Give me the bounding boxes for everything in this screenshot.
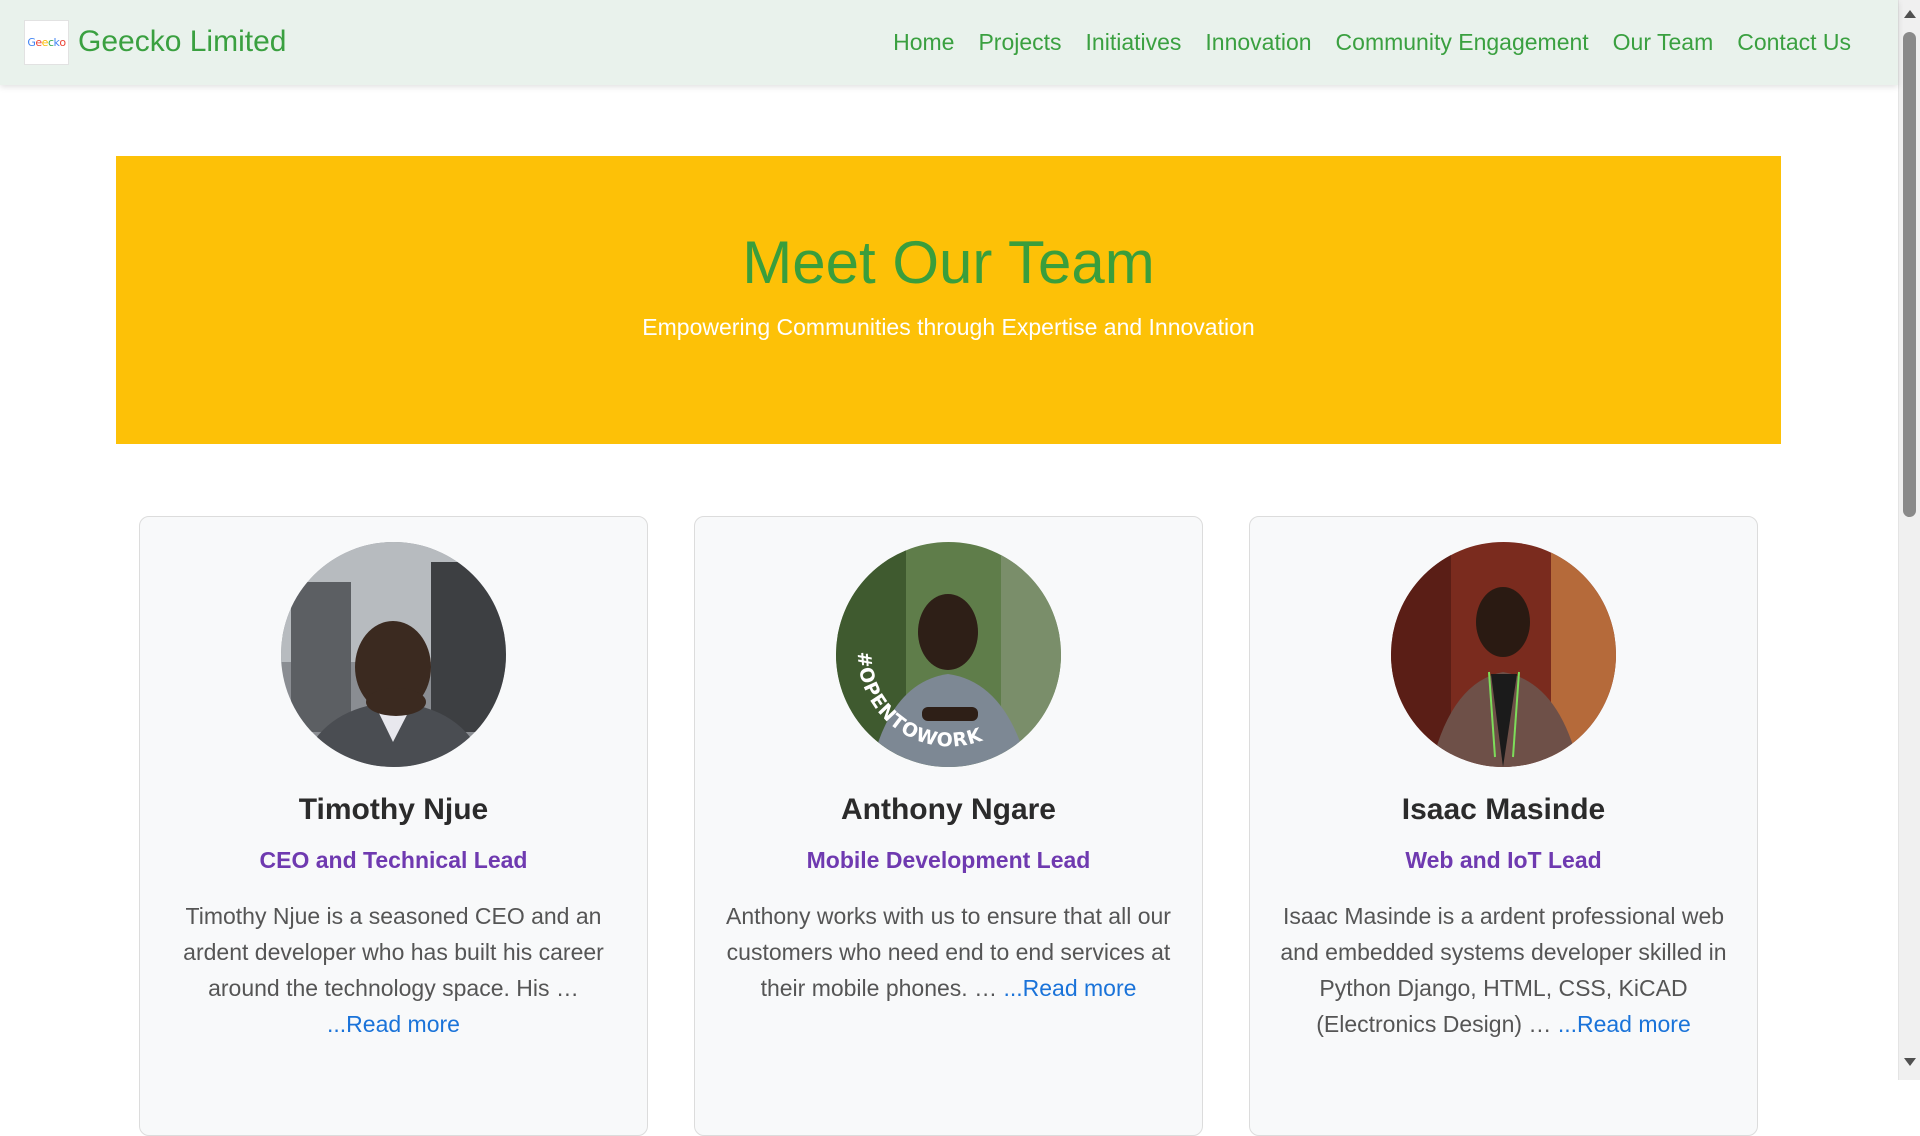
page-title: Meet Our Team — [742, 229, 1155, 296]
member-name: Anthony Ngare — [840, 793, 1056, 826]
nav-item-community-engagement[interactable]: Community Engagement — [1324, 26, 1601, 58]
nav-item-contact-us[interactable]: Contact Us — [1725, 26, 1863, 58]
member-role: Web and IoT Lead — [1405, 847, 1602, 873]
nav-item-our-team[interactable]: Our Team — [1601, 26, 1726, 58]
read-more-link[interactable]: ...Read more — [1558, 1011, 1691, 1037]
member-bio: Timothy Njue is a seasoned CEO and an ar… — [169, 898, 619, 1042]
member-bio-text: Timothy Njue is a seasoned CEO and an ar… — [183, 903, 604, 1001]
navbar: Geecko Geecko Limited Home Projects Init… — [0, 0, 1898, 85]
nav-item-initiatives[interactable]: Initiatives — [1074, 26, 1194, 58]
avatar — [281, 542, 506, 767]
brand-link[interactable]: Geecko Geecko Limited — [24, 18, 286, 66]
member-name: Isaac Masinde — [1401, 793, 1606, 826]
read-more-link[interactable]: ...Read more — [1003, 975, 1136, 1001]
hero-subtitle: Empowering Communities through Expertise… — [642, 314, 1255, 340]
member-role: CEO and Technical Lead — [259, 847, 528, 873]
team-card: Isaac Masinde Web and IoT Lead Isaac Mas… — [1249, 516, 1758, 1136]
team-card: #OPENTOWORK Anthony Ngare Mobile Develop… — [694, 516, 1203, 1136]
member-bio: Isaac Masinde is a ardent professional w… — [1279, 898, 1729, 1042]
member-bio: Anthony works with us to ensure that all… — [724, 898, 1174, 1006]
avatar — [1391, 542, 1616, 767]
avatar: #OPENTOWORK — [836, 542, 1061, 767]
scroll-down-arrow-icon[interactable] — [1904, 1058, 1916, 1066]
brand-logo: Geecko — [24, 19, 69, 65]
member-role: Mobile Development Lead — [806, 847, 1091, 873]
nav-item-home[interactable]: Home — [881, 26, 966, 58]
page-scrollbar[interactable] — [1898, 0, 1920, 1080]
team-card-list: Timothy Njue CEO and Technical Lead Timo… — [139, 516, 1759, 1136]
member-name: Timothy Njue — [298, 793, 489, 826]
read-more-link[interactable]: ...Read more — [327, 1011, 460, 1037]
brand-name: Geecko Limited — [78, 25, 287, 58]
team-card: Timothy Njue CEO and Technical Lead Timo… — [139, 516, 648, 1136]
nav-links: Home Projects Initiatives Innovation Com… — [881, 26, 1863, 58]
scroll-up-arrow-icon[interactable] — [1904, 10, 1916, 18]
nav-item-projects[interactable]: Projects — [966, 26, 1073, 58]
nav-item-innovation[interactable]: Innovation — [1193, 26, 1323, 58]
scrollbar-thumb[interactable] — [1903, 32, 1916, 517]
hero-banner: Meet Our Team Empowering Communities thr… — [116, 156, 1781, 444]
